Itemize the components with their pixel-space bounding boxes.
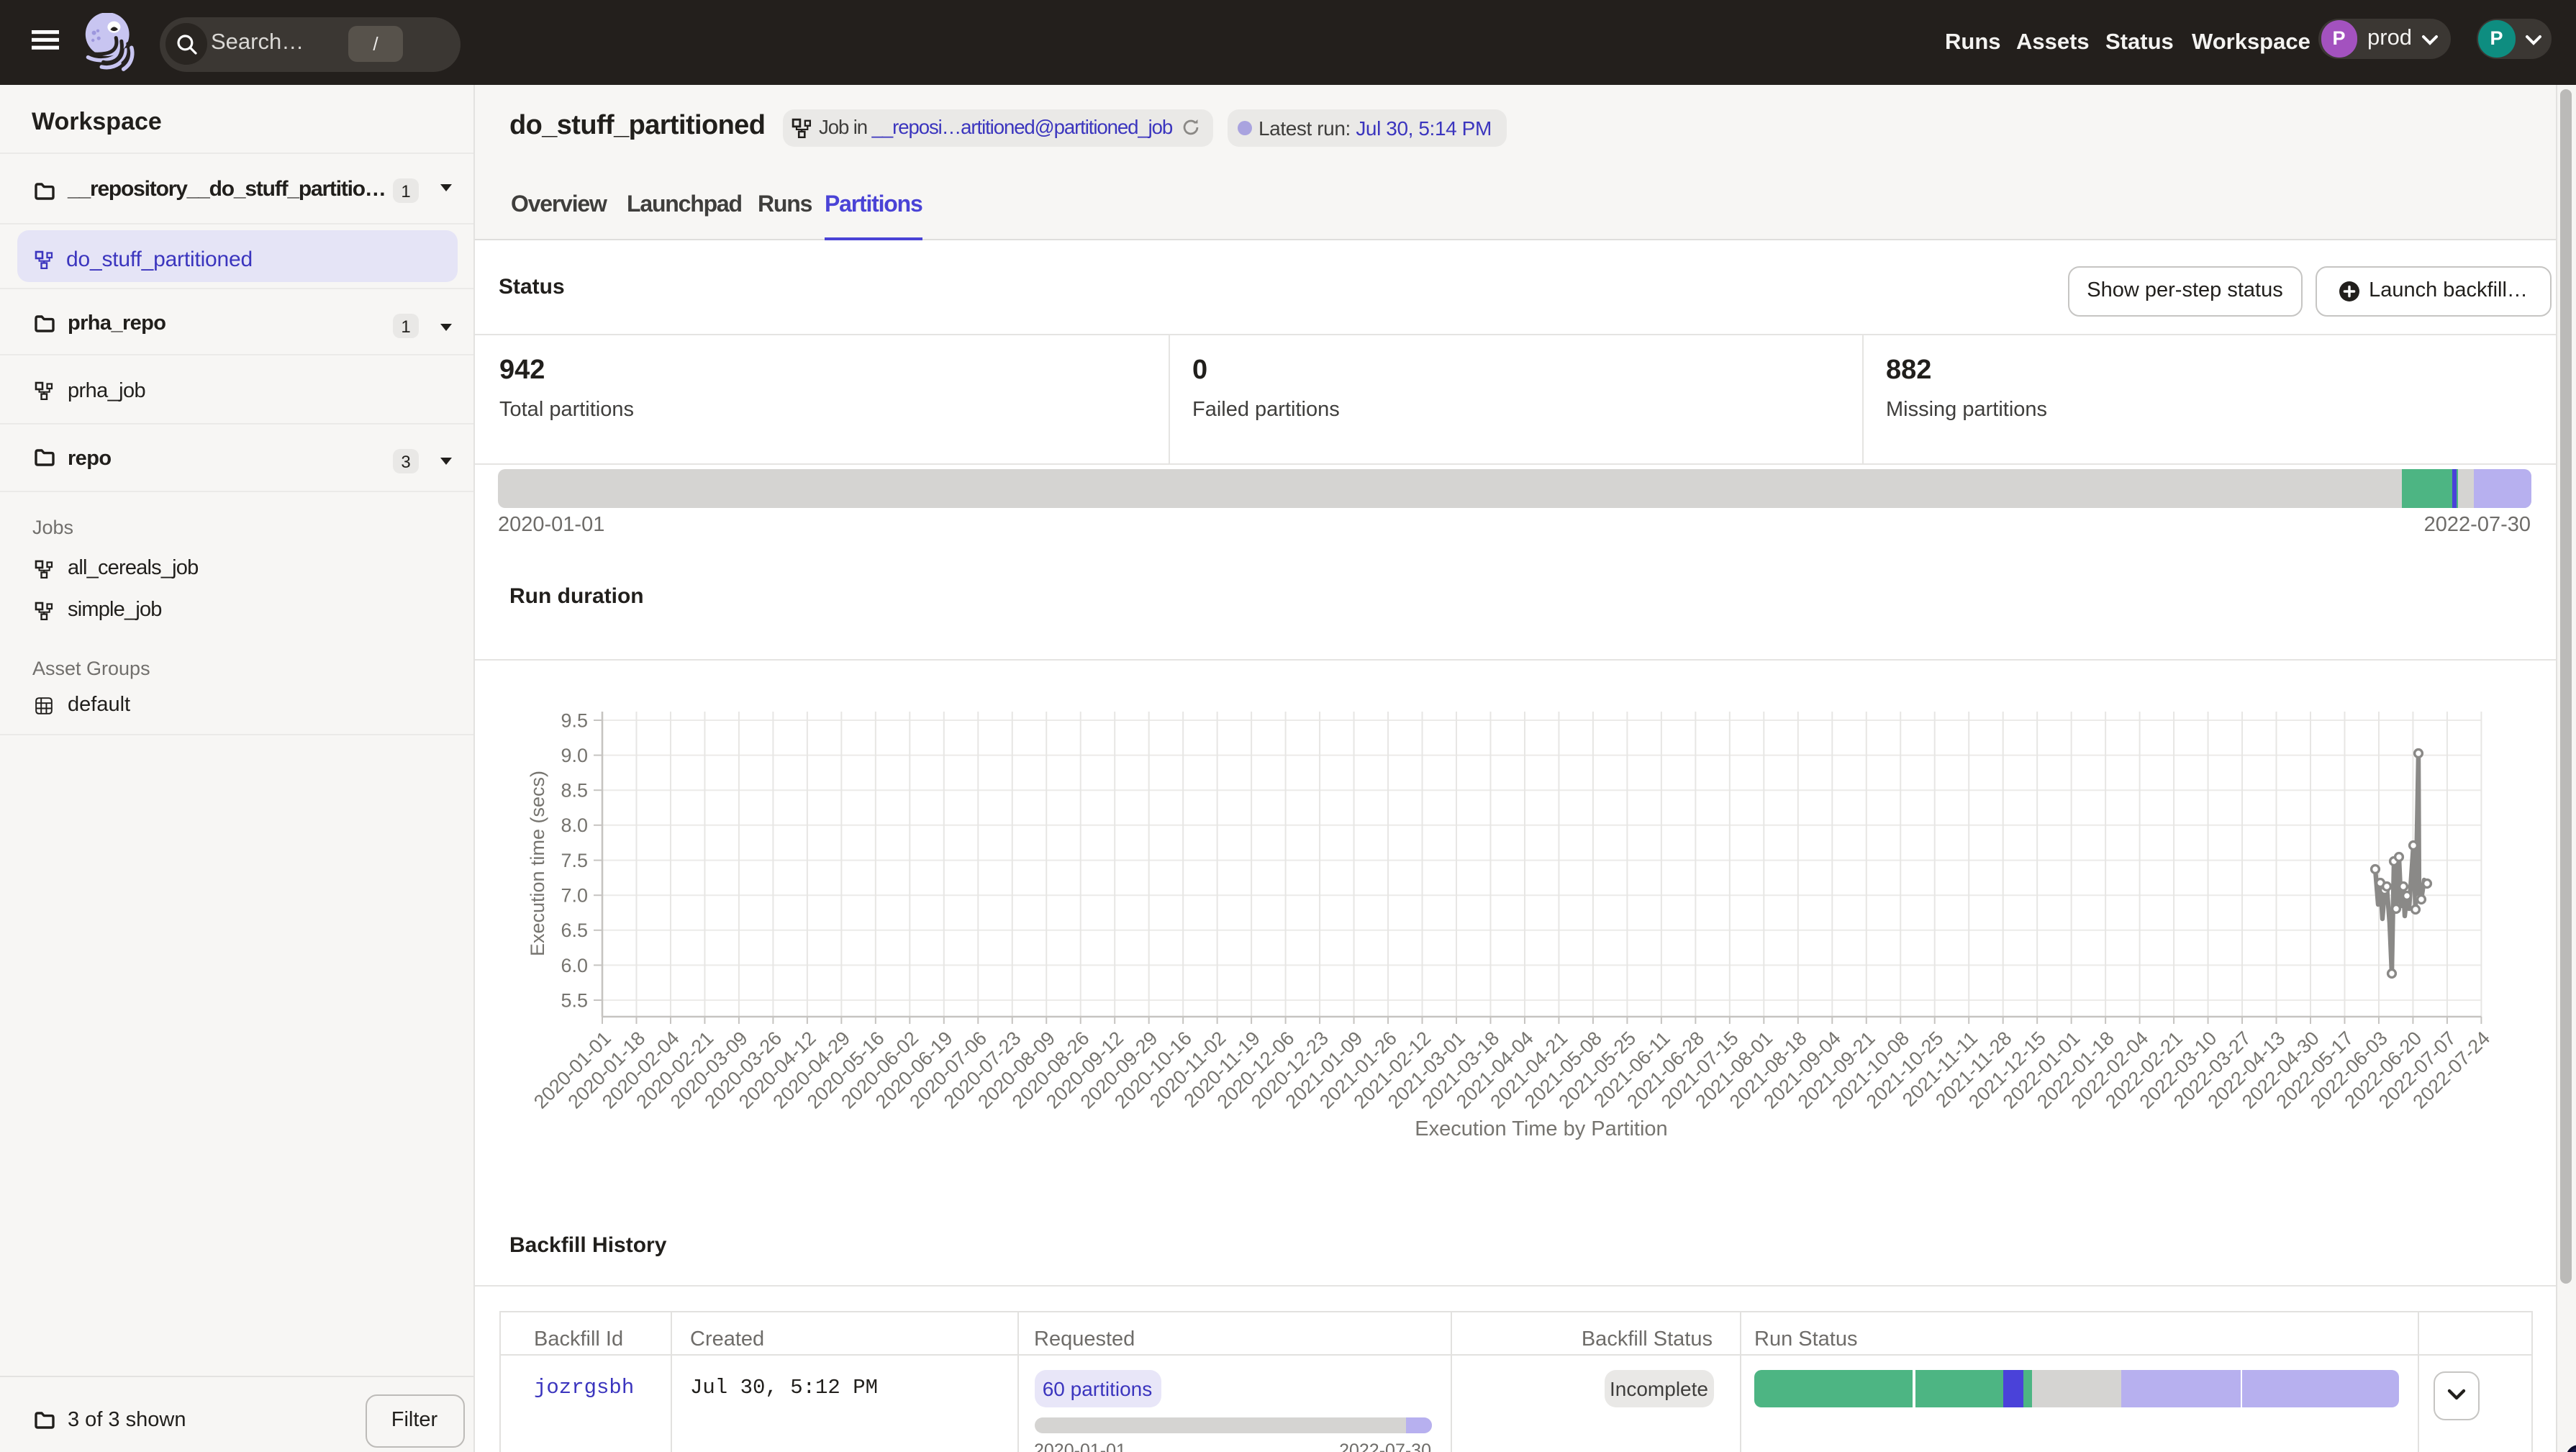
svg-text:8.0: 8.0 [561, 814, 588, 835]
svg-text:7.5: 7.5 [561, 849, 588, 871]
svg-text:5.5: 5.5 [561, 989, 588, 1010]
svg-text:9.5: 9.5 [561, 709, 588, 730]
svg-text:Execution time (secs): Execution time (secs) [527, 770, 548, 956]
svg-text:9.0: 9.0 [561, 744, 588, 766]
svg-text:7.0: 7.0 [561, 884, 588, 906]
svg-text:8.5: 8.5 [561, 779, 588, 801]
svg-text:6.0: 6.0 [561, 954, 588, 976]
svg-text:Execution Time by Partition: Execution Time by Partition [1415, 1117, 1667, 1140]
svg-text:6.5: 6.5 [561, 919, 588, 940]
